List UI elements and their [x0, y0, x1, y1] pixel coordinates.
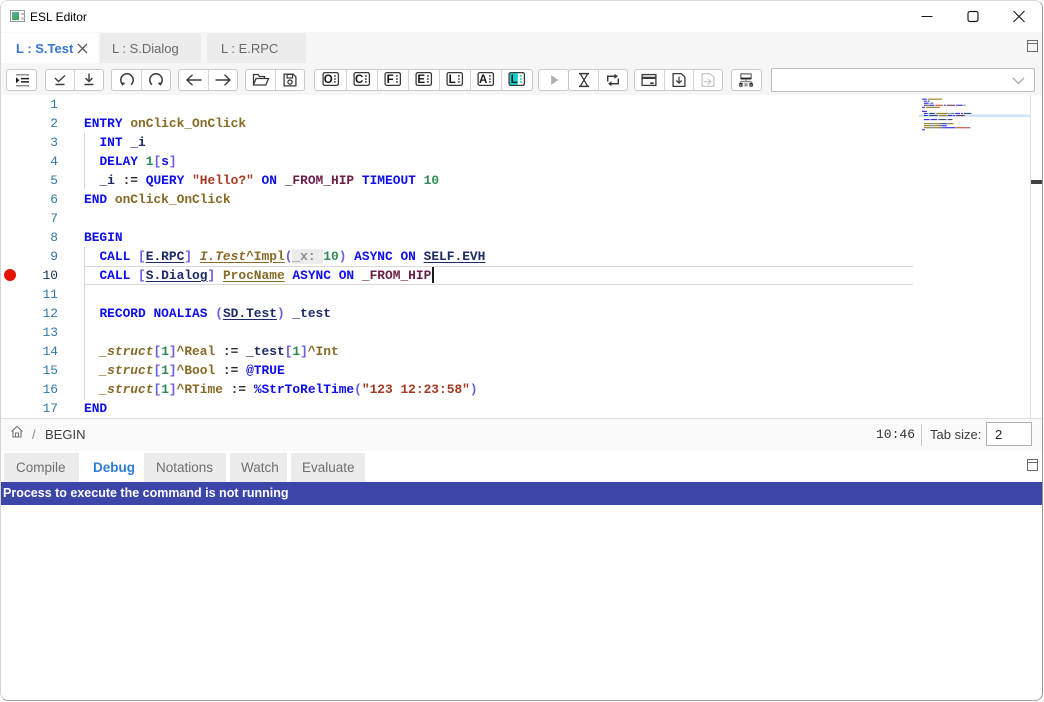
svg-text:F: F: [387, 74, 394, 86]
svg-text:A: A: [479, 74, 487, 86]
svg-text:L: L: [511, 74, 518, 86]
svg-text:O: O: [323, 74, 332, 86]
svg-text:E: E: [417, 74, 425, 86]
svg-text:L: L: [449, 74, 456, 86]
svg-text:C: C: [355, 74, 363, 86]
